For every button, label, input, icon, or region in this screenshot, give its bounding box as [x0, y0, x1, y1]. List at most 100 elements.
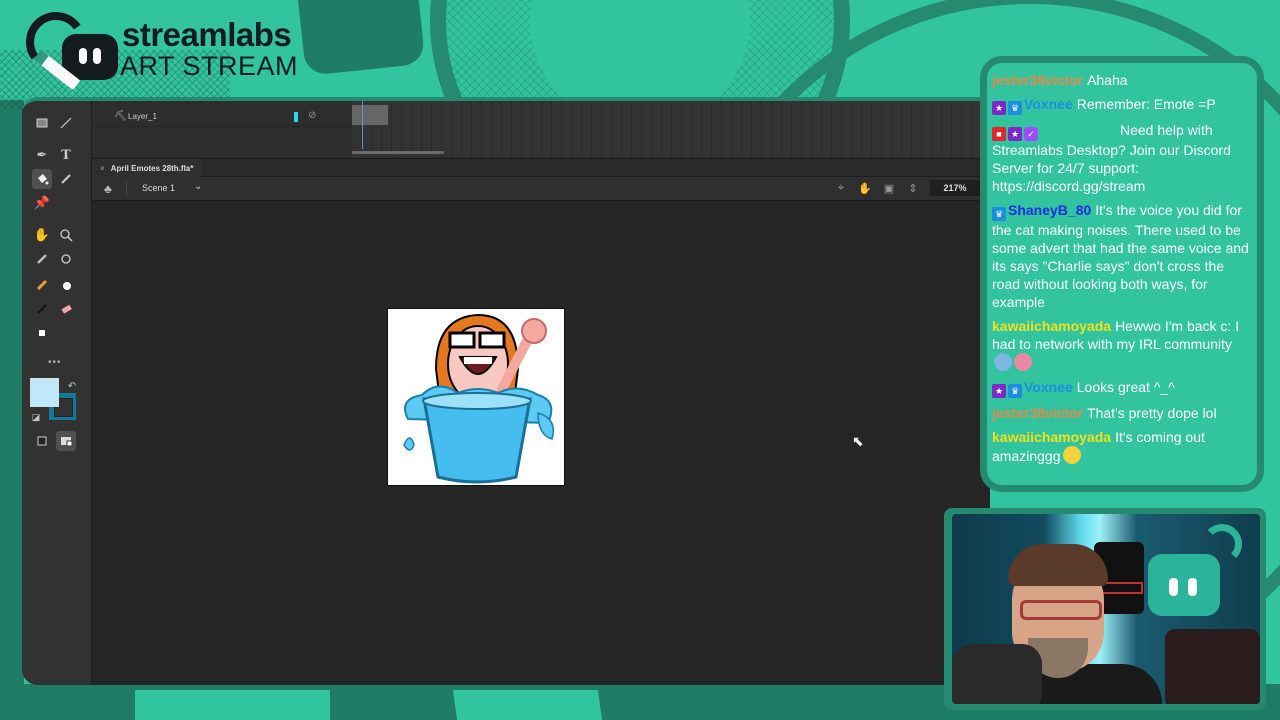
zoom-level[interactable]: 217%	[930, 180, 980, 196]
rectangle-tool-icon[interactable]	[32, 113, 52, 133]
background-block	[294, 0, 426, 76]
hand-tool-icon[interactable]: ✋	[32, 225, 52, 245]
chat-box: jester38victor Ahaha ★ ♛ Voxnee Remember: Emo…	[980, 56, 1264, 492]
divider	[126, 181, 127, 197]
chat-message: kawaiichamoyada Hewwo I'm back c: I had t…	[992, 317, 1251, 372]
tools-panel: ✒ T 📌 ✋ ••• ↶ ◪	[22, 101, 92, 685]
paint-bucket-cursor-icon: ⬉	[852, 433, 864, 449]
pin-tool-icon[interactable]: 📌	[32, 193, 52, 213]
chat-text: Ahaha	[1087, 72, 1128, 88]
chat-text: Looks great ^_^	[1076, 379, 1175, 395]
logo-title: streamlabs	[122, 16, 292, 53]
scene-name[interactable]: Scene 1	[142, 183, 175, 193]
zoom-stepper-icon[interactable]: ⇕	[906, 182, 920, 195]
webcam-feed	[952, 514, 1260, 704]
streamlabs-logo: streamlabs ART STREAM	[21, 7, 312, 92]
text-tool-icon[interactable]: T	[56, 145, 76, 165]
background-strip	[0, 100, 24, 690]
bind-tool-icon[interactable]	[56, 249, 76, 269]
verified-badge-icon: ✓	[1024, 127, 1038, 141]
edit-scene-icon[interactable]: ♣	[104, 182, 112, 196]
object-drawing-icon[interactable]	[32, 431, 52, 451]
chat-message: ■ ★ ✓ Need help with Streamlabs Desktop? Jo…	[992, 121, 1251, 195]
eyedropper-tool-icon[interactable]	[56, 169, 76, 189]
pen-tool-icon[interactable]: ✒	[32, 145, 52, 165]
default-colors-icon[interactable]: ◪	[26, 407, 46, 427]
pencil-tool-icon[interactable]	[32, 275, 52, 295]
document-tab[interactable]: × April Emotes 28th.fla*	[92, 159, 202, 177]
timeline-panel: ⛏ Layer_1 ⊘	[92, 101, 990, 159]
streamer-hair	[1008, 544, 1108, 586]
center-stage-icon[interactable]: ⌖	[834, 182, 848, 195]
emote-artwork	[403, 313, 555, 484]
zoom-tool-icon[interactable]	[56, 225, 76, 245]
chat-username[interactable]: Voxnee	[1024, 96, 1073, 112]
chat-username[interactable]: kawaiichamoyada	[992, 318, 1111, 334]
purple-badge-icon: ★	[992, 101, 1006, 115]
chat-message: ★ ♛ Voxnee Looks great ^_^	[992, 378, 1251, 398]
chat-message: ♛ ShaneyB_80 It's the voice you did for th…	[992, 201, 1251, 311]
chair	[1165, 629, 1260, 704]
playhead[interactable]	[362, 101, 363, 149]
streamer-glasses	[1020, 600, 1102, 620]
swap-colors-icon[interactable]: ↶	[62, 376, 82, 396]
paint-bucket-tool-icon[interactable]	[32, 169, 52, 189]
bone-tool-icon[interactable]	[32, 249, 52, 269]
blue-badge-icon: ♛	[992, 207, 1006, 221]
background-bottom-bar	[452, 690, 603, 720]
animate-app-window: ✒ T 📌 ✋ ••• ↶ ◪ ⛏ Layer_1 ⊘ × April Emot…	[22, 97, 990, 685]
emote-icon	[994, 353, 1012, 371]
chat-username[interactable]: Voxnee	[1024, 379, 1073, 395]
chevron-down-icon[interactable]: ⌄	[194, 181, 202, 192]
blue-badge-icon: ♛	[1008, 101, 1022, 115]
chat-message: kawaiichamoyada It's coming out amazinggg	[992, 428, 1251, 465]
chat-text: That's pretty dope lol	[1087, 405, 1217, 421]
document-title: April Emotes 28th.fla*	[110, 163, 194, 173]
chat-username[interactable]: jester38victor	[992, 405, 1083, 421]
microphone	[952, 644, 1042, 704]
stage-controls: ⌖ ✋ ▣ ⇕ 217%	[834, 180, 980, 196]
visibility-hidden-icon[interactable]: ⊘	[308, 110, 316, 121]
ink-tool-icon[interactable]	[32, 299, 52, 319]
layer-row[interactable]: ⛏ Layer_1 ⊘	[92, 109, 360, 127]
chat-text: It's the voice you did for the cat makin…	[992, 202, 1249, 310]
keyframes[interactable]	[352, 105, 388, 125]
layer-name[interactable]: Layer_1	[128, 112, 157, 121]
emote-icon	[1062, 446, 1081, 464]
layer-pose-icon: ⛏	[114, 111, 127, 122]
close-icon[interactable]: ×	[100, 164, 105, 173]
lock-fill-icon[interactable]	[56, 431, 76, 451]
streamlabs-bot-icon	[1148, 554, 1220, 616]
purple-badge-icon: ★	[992, 384, 1006, 398]
line-tool-icon[interactable]	[56, 113, 76, 133]
chat-username[interactable]: jester38victor	[992, 72, 1083, 88]
chat-message: ★ ♛ Voxnee Remember: Emote =P	[992, 95, 1251, 115]
chat-message: jester38victor Ahaha	[992, 71, 1251, 89]
chat-username[interactable]: ShaneyB_80	[1008, 202, 1091, 218]
chat-username[interactable]: kawaiichamoyada	[992, 429, 1111, 445]
eraser-tool-icon[interactable]	[56, 299, 76, 319]
blue-badge-icon: ♛	[1008, 384, 1022, 398]
chat-text: Remember: Emote =P	[1076, 96, 1216, 112]
purple-badge-icon: ★	[1008, 127, 1022, 141]
stage[interactable]: ⬉	[92, 201, 990, 685]
emote-canvas[interactable]	[387, 308, 565, 486]
chat-messages: jester38victor Ahaha ★ ♛ Voxnee Remember: Emo…	[992, 71, 1251, 471]
emote-icon	[1014, 353, 1032, 371]
scene-bar: ♣ Scene 1 ⌄ ⌖ ✋ ▣ ⇕ 217%	[92, 177, 990, 201]
logo-subtitle: ART STREAM	[120, 51, 299, 81]
chat-message: jester38victor That's pretty dope lol	[992, 404, 1251, 422]
clip-content-icon[interactable]: ▣	[882, 182, 896, 195]
red-badge-icon: ■	[992, 127, 1006, 141]
logo-arc-icon	[1202, 524, 1242, 564]
brush-tool-icon[interactable]	[56, 275, 76, 295]
width-tool-icon[interactable]	[32, 323, 52, 343]
more-tools-icon[interactable]: •••	[48, 357, 62, 368]
timeline-scrollbar[interactable]	[352, 151, 444, 154]
timeline-frames[interactable]	[352, 101, 990, 157]
fill-color-swatch[interactable]	[30, 378, 59, 407]
document-tabs: × April Emotes 28th.fla*	[92, 159, 990, 177]
layer-color-indicator[interactable]	[294, 112, 298, 122]
background-bottom-bar	[135, 690, 330, 720]
rotate-stage-icon[interactable]: ✋	[858, 182, 872, 195]
